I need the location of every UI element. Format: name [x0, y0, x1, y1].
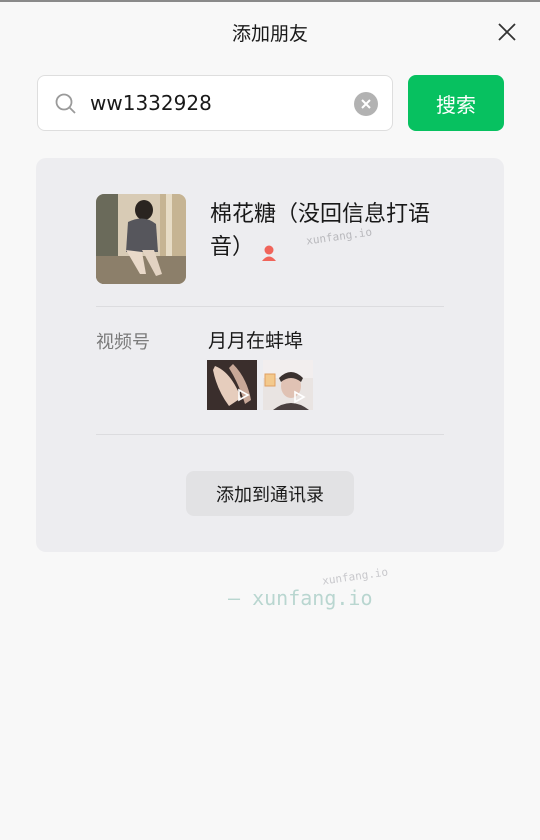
search-result-card: 棉花糖（没回信息打语音） xunfang.io 视频号 月月在蚌埠 添加到通讯录 — [36, 158, 504, 552]
female-gender-icon — [260, 239, 278, 261]
avatar[interactable] — [96, 194, 186, 284]
video-thumbnail[interactable] — [207, 360, 257, 410]
search-field[interactable] — [37, 75, 393, 131]
nickname-text: 棉花糖（没回信息打语音） — [210, 202, 431, 260]
channel-label: 视频号 — [96, 332, 150, 353]
search-input[interactable] — [90, 86, 340, 120]
divider — [96, 434, 444, 435]
close-icon[interactable] — [496, 21, 518, 43]
search-icon — [54, 92, 78, 116]
search-button[interactable]: 搜索 — [408, 75, 504, 131]
page-title: 添加朋友 — [231, 23, 308, 45]
divider — [96, 306, 444, 307]
clear-search-icon[interactable] — [354, 92, 378, 116]
watermark-small: xunfang.io — [321, 565, 389, 588]
video-thumbnail[interactable] — [263, 360, 313, 410]
add-to-contacts-button[interactable]: 添加到通讯录 — [186, 471, 354, 516]
watermark-main: — xunfang.io — [228, 586, 373, 610]
channel-name[interactable]: 月月在蚌埠 — [208, 326, 303, 353]
window-top-border — [0, 0, 540, 2]
